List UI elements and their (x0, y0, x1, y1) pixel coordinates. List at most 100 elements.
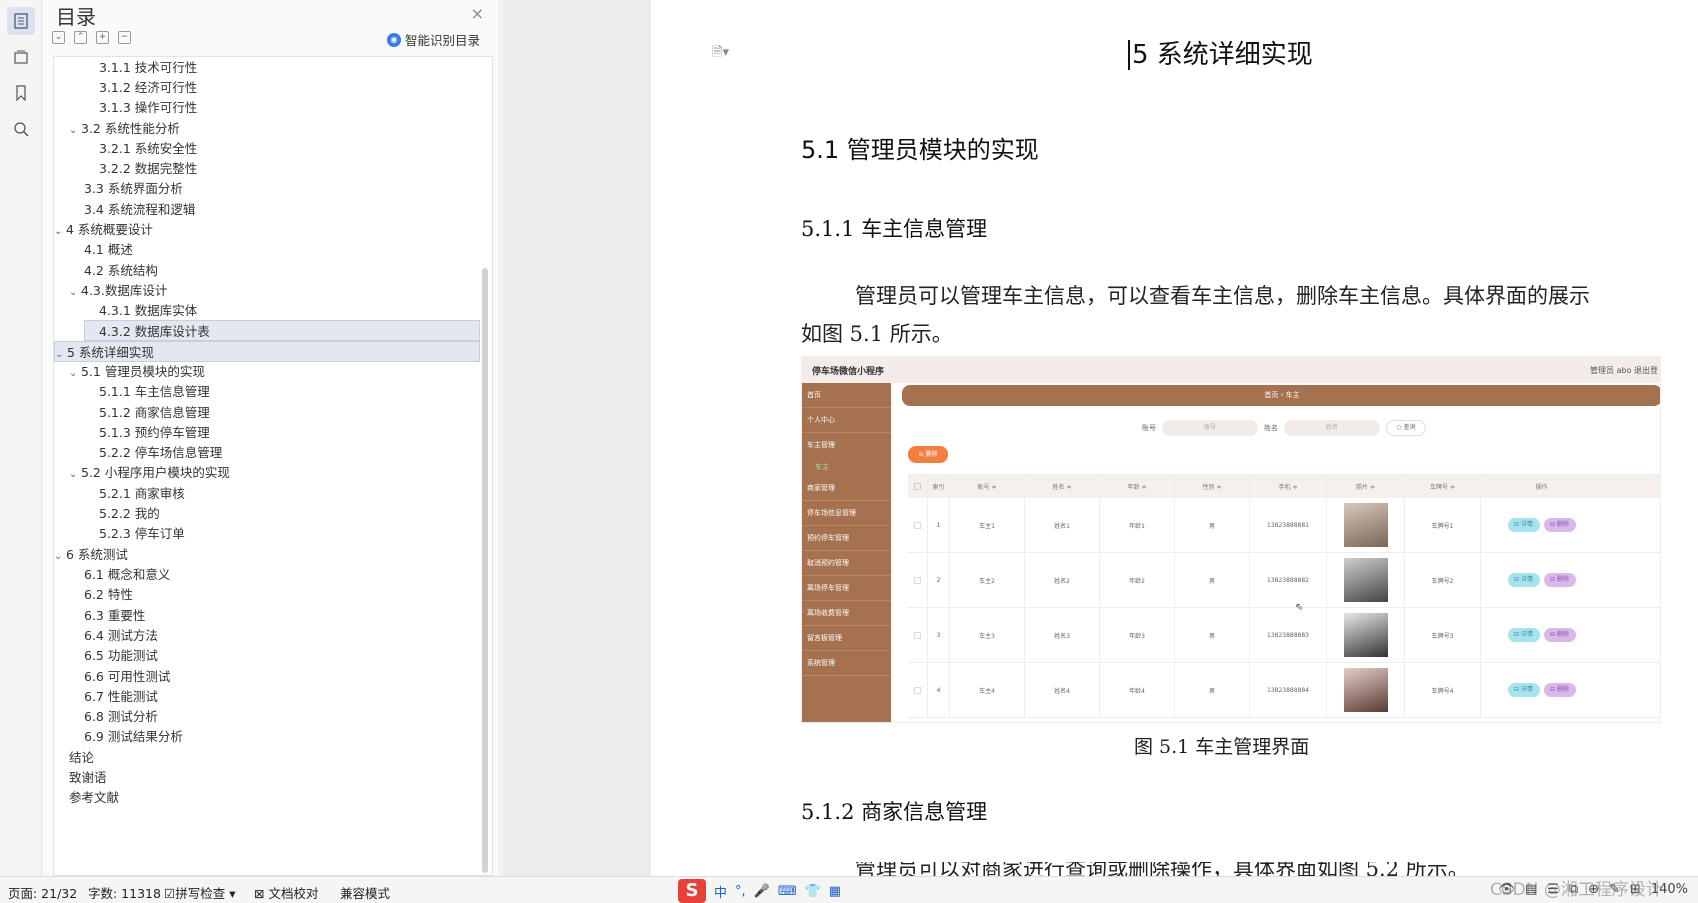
detail-button: ⊟ 详情 (1507, 518, 1540, 532)
toc-item[interactable]: 3.1.2 经济可行性 (99, 77, 197, 98)
toc-item[interactable]: 6.3 重要性 (84, 605, 145, 626)
toc-item[interactable]: ⌄ 3.2 系统性能分析 (69, 118, 180, 139)
ime-language[interactable]: 中 (714, 882, 727, 901)
toc-item[interactable]: 5.2.3 停车订单 (99, 523, 185, 544)
miniapp-user: 管理员 abo 退出登 (1590, 366, 1658, 375)
miniapp-menu-item: 预约停车管理 (802, 526, 891, 551)
toc-item[interactable]: 6.8 测试分析 (84, 706, 158, 727)
toc-item[interactable]: 4.1 概述 (84, 239, 133, 260)
skin-icon[interactable]: 👕 (805, 884, 821, 899)
batch-delete-button: ⊖ 删除 (908, 446, 948, 463)
word-count[interactable]: 字数: 11318 (88, 883, 161, 902)
toc-item[interactable]: 6.9 测试结果分析 (84, 726, 183, 747)
paragraph-line[interactable]: 管理员可以对商家进行查询或删除操作，具体界面如图 5.2 所示。 (855, 862, 1469, 876)
expand-all-icon[interactable]: ⌄ (52, 31, 65, 44)
toc-item[interactable]: 5.1.3 预约停车管理 (99, 422, 210, 443)
toc-item[interactable]: 4.2 系统结构 (84, 260, 158, 281)
chevron-down-icon[interactable]: ⌄ (55, 344, 67, 365)
subsection-heading[interactable]: 5.1.2 商家信息管理 (801, 796, 987, 826)
collapse-all-icon[interactable]: ⌃ (74, 31, 87, 44)
close-icon[interactable]: × (471, 4, 484, 23)
toc-item[interactable]: 5.1.1 车主信息管理 (99, 381, 210, 402)
toc-item[interactable]: 6.1 概念和意义 (84, 564, 170, 585)
sogou-logo-icon: S (678, 879, 706, 903)
toc-item[interactable]: 5.2.2 停车场信息管理 (99, 442, 222, 463)
page-indicator[interactable]: 页面: 21/32 (8, 883, 77, 902)
miniapp-menu-item: 个人中心 (802, 408, 891, 433)
miniapp-menu-item: 停车场信息管理 (802, 501, 891, 526)
toc-item[interactable]: 3.1.3 操作可行性 (99, 97, 197, 118)
toc-item-selected[interactable]: 4.3.2 数据库设计表 (84, 320, 480, 341)
toc-item[interactable]: 3.2.2 数据完整性 (99, 158, 197, 179)
toc-item[interactable]: 参考文献 (69, 787, 119, 808)
toc-item[interactable]: 3.2.1 系统安全性 (99, 138, 197, 159)
subsection-heading[interactable]: 5.1.1 车主信息管理 (801, 213, 987, 243)
toc-item[interactable]: 4.3.1 数据库实体 (99, 300, 197, 321)
chevron-down-icon[interactable]: ⌄ (69, 363, 81, 384)
toc-toolbar: ⌄ ⌃ + − (52, 31, 131, 44)
toc-item[interactable]: 6.7 性能测试 (84, 686, 158, 707)
paragraph-line[interactable]: 如图 5.1 所示。 (801, 315, 953, 353)
query-button: ○ 查询 (1386, 420, 1426, 436)
toc-item[interactable]: 结论 (69, 747, 94, 768)
toc-item[interactable]: 6.4 测试方法 (84, 625, 158, 646)
toc-item[interactable]: 6.5 功能测试 (84, 645, 158, 666)
filter-label: 姓名 (1264, 424, 1278, 432)
header-cell: 车牌号 ≑ (1405, 474, 1481, 498)
toc-item[interactable]: 5.1.2 商家信息管理 (99, 402, 210, 423)
toc-item[interactable]: ⌄ 5.2 小程序用户模块的实现 (69, 462, 230, 483)
chevron-down-icon[interactable]: ⌄ (69, 120, 81, 141)
chevron-down-icon[interactable]: ⌄ (54, 546, 66, 567)
miniapp-menu-item: 商家管理 (802, 476, 891, 501)
proofread-button[interactable]: ⊠ 文档校对 (254, 883, 318, 902)
page-options-icon[interactable]: 🗎▾ (712, 43, 729, 65)
toc-item[interactable]: ⌄ 4.3.数据库设计 (69, 280, 167, 301)
miniapp-sidebar: 首页 个人中心 车主管理 车主 商家管理 停车场信息管理 预约停车管理 取消预约… (802, 383, 891, 722)
toc-item[interactable]: 3.3 系统界面分析 (84, 178, 183, 199)
delete-button: ⊟ 删除 (1543, 573, 1576, 587)
toc-item[interactable]: ⌄ 5.1 管理员模块的实现 (69, 361, 205, 382)
paragraph-line[interactable]: 管理员可以管理车主信息，可以查看车主信息，删除车主信息。具体界面的展示 (855, 277, 1590, 315)
toc-item[interactable]: 3.4 系统流程和逻辑 (84, 199, 195, 220)
miniapp-filters: 账号 账号 姓名 姓名 ○ 查询 (1142, 420, 1426, 436)
toc-item[interactable]: 3.1.1 技术可行性 (99, 57, 197, 78)
header-cell: 操作 (1535, 483, 1548, 491)
ime-toolbar[interactable]: S 中 °, 🎤 ⌨ 👕 ▦ (678, 879, 841, 903)
avatar (1343, 613, 1388, 657)
ime-punct[interactable]: °, (735, 884, 746, 899)
chevron-down-icon[interactable]: ⌄ (54, 221, 66, 242)
compat-mode-label: 兼容模式 (340, 886, 391, 901)
toc-item[interactable]: 5.2.1 商家审核 (99, 483, 185, 504)
delete-button: ⊟ 删除 (1543, 683, 1576, 697)
search-icon[interactable] (7, 115, 35, 143)
bookmark-icon[interactable] (7, 79, 35, 107)
toc-scrollbar[interactable] (482, 268, 488, 873)
figure-image[interactable]: 停车场微信小程序 管理员 abo 退出登 首页 个人中心 车主管理 车主 商家管… (801, 356, 1661, 723)
add-heading-icon[interactable]: + (96, 31, 109, 44)
chevron-down-icon[interactable]: ⌄ (69, 464, 81, 485)
spell-check-button[interactable]: ☑拼写检查 ▾ (164, 883, 235, 902)
chevron-down-icon[interactable]: ⌄ (69, 282, 81, 303)
outline-icon[interactable] (7, 43, 35, 71)
toc-item-current[interactable]: ⌄ 5 系统详细实现 (54, 341, 480, 362)
grid-icon[interactable]: ▦ (829, 884, 841, 899)
check-icon: ☑ (164, 886, 176, 901)
toc-item[interactable]: 6.2 特性 (84, 584, 133, 605)
keyboard-icon[interactable]: ⌨ (778, 884, 797, 899)
table-row: 2 车主2 姓名2 年龄2 男 13823888882 车牌号2 ⊟ 详情 ⊟ 删… (908, 553, 1660, 608)
toc-icon[interactable] (6, 7, 35, 35)
toc-item[interactable]: 5.2.2 我的 (99, 503, 160, 524)
miniapp-table: 索引 账号 ≑ 姓名 ≑ 年龄 ≑ 性别 ≑ 手机 ≑ 照片 ≑ 车牌号 ≑ 操… (908, 474, 1660, 718)
microphone-icon[interactable]: 🎤 (754, 884, 770, 899)
section-heading[interactable]: 5.1 管理员模块的实现 (801, 130, 1039, 165)
toc-item[interactable]: ⌄ 6 系统测试 (54, 544, 128, 565)
toc-item[interactable]: 致谢语 (69, 767, 107, 788)
remove-heading-icon[interactable]: − (118, 31, 131, 44)
smart-toc-button[interactable]: ◉ 智能识别目录 (386, 30, 480, 49)
header-cell (908, 474, 928, 498)
figure-caption[interactable]: 图 5.1 车主管理界面 (1134, 732, 1309, 759)
chapter-heading[interactable]: 5 系统详细实现 (1128, 34, 1313, 71)
toc-item[interactable]: ⌄ 4 系统概要设计 (54, 219, 153, 240)
header-cell: 姓名 ≑ (1025, 474, 1100, 498)
toc-item[interactable]: 6.6 可用性测试 (84, 666, 170, 687)
